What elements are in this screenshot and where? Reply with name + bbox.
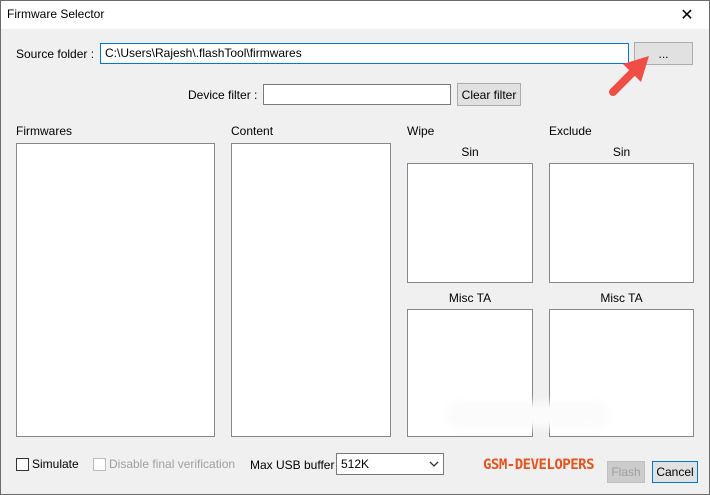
window-title: Firmware Selector	[7, 7, 105, 21]
content-list[interactable]	[231, 143, 391, 437]
device-filter-input[interactable]	[263, 84, 451, 105]
smudge-overlay	[445, 402, 610, 428]
close-icon[interactable]: ✕	[665, 1, 709, 29]
wipe-sin-list[interactable]	[407, 163, 533, 283]
exclude-sin-label: Sin	[612, 145, 631, 159]
max-usb-buffer-select[interactable]: 512K	[336, 453, 444, 475]
watermark-logo: GSM-DEVELOPERS	[483, 457, 595, 473]
source-folder-label: Source folder :	[16, 47, 95, 61]
disable-final-verification-label: Disable final verification	[109, 457, 236, 471]
simulate-label: Simulate	[32, 457, 79, 471]
exclude-header: Exclude	[549, 124, 592, 138]
firmwares-header: Firmwares	[16, 124, 72, 138]
max-usb-buffer-value: 512K	[341, 457, 370, 471]
source-folder-input[interactable]: C:\Users\Rajesh\.flashTool\firmwares	[100, 43, 629, 64]
wipe-sin-label: Sin	[461, 145, 479, 159]
wipe-misc-ta-label: Misc TA	[448, 291, 492, 305]
flash-button[interactable]: Flash	[607, 461, 645, 483]
max-usb-buffer-label: Max USB buffer	[250, 458, 335, 472]
red-arrow-icon	[609, 56, 649, 96]
simulate-checkbox[interactable]	[16, 458, 29, 471]
exclude-sin-list[interactable]	[549, 163, 694, 283]
device-filter-label: Device filter :	[188, 88, 258, 102]
disable-final-verification-checkbox[interactable]	[93, 458, 106, 471]
cancel-button[interactable]: Cancel	[652, 461, 698, 483]
chevron-down-icon	[429, 461, 439, 467]
firmwares-list[interactable]	[16, 143, 215, 437]
content-header: Content	[231, 124, 274, 138]
wipe-header: Wipe	[407, 124, 435, 138]
title-bar: Firmware Selector ✕	[1, 1, 709, 29]
exclude-misc-ta-label: Misc TA	[600, 291, 643, 305]
clear-filter-button[interactable]: Clear filter	[457, 83, 521, 106]
